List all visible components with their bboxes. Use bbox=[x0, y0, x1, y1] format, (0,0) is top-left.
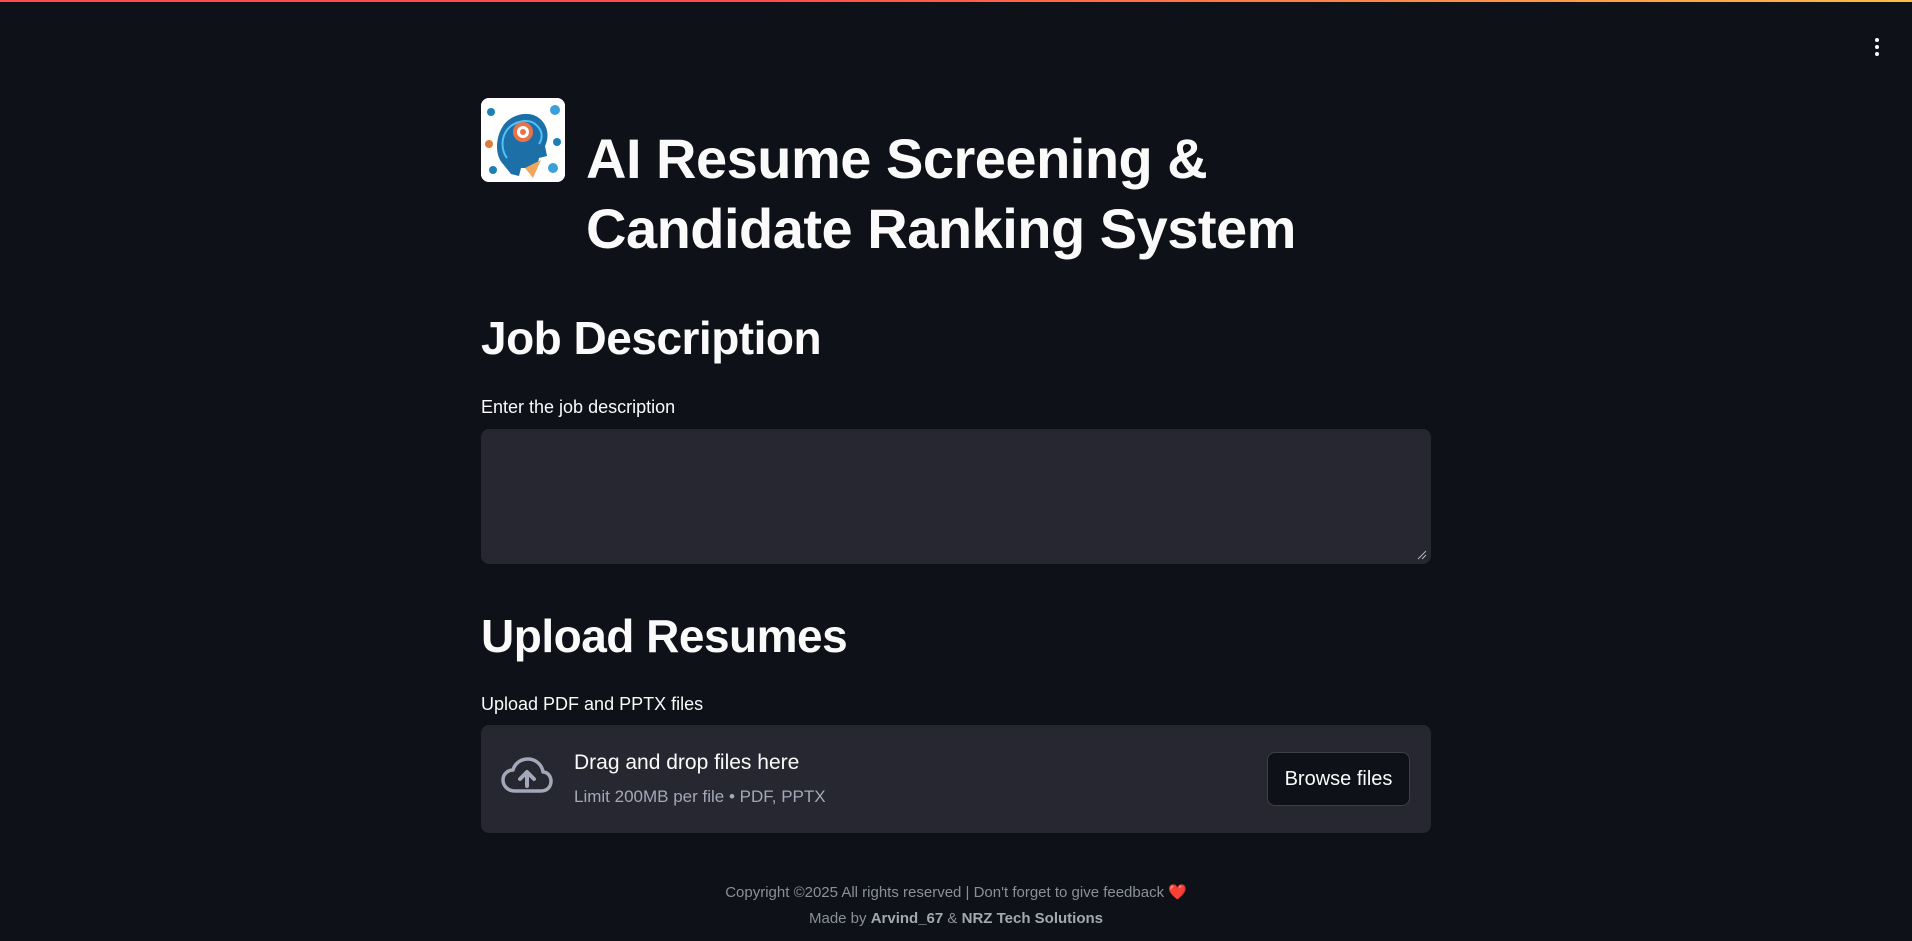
top-decoration-stripe bbox=[0, 0, 1912, 2]
dropzone-title: Drag and drop files here bbox=[574, 751, 800, 774]
footer-company: NRZ Tech Solutions bbox=[961, 910, 1103, 927]
file-dropzone[interactable]: Drag and drop files here Limit 200MB per… bbox=[481, 725, 1431, 833]
upload-files-label: Upload PDF and PPTX files bbox=[481, 694, 704, 714]
upload-resumes-heading: Upload Resumes bbox=[481, 610, 848, 662]
heart-icon: ❤️ bbox=[1168, 884, 1187, 901]
job-description-textarea[interactable] bbox=[481, 429, 1431, 564]
job-description-heading: Job Description bbox=[481, 312, 822, 364]
cloud-upload-icon bbox=[501, 757, 553, 793]
footer-copyright: Copyright ©2025 All rights reserved | Do… bbox=[725, 884, 1165, 901]
kebab-menu-icon bbox=[1875, 38, 1879, 56]
footer: Copyright ©2025 All rights reserved | Do… bbox=[0, 880, 1912, 932]
footer-copyright-line: Copyright ©2025 All rights reserved | Do… bbox=[0, 880, 1912, 906]
browse-files-button[interactable]: Browse files bbox=[1267, 752, 1410, 806]
resize-grip-icon[interactable] bbox=[1417, 550, 1427, 560]
footer-ampersand: & bbox=[947, 910, 958, 927]
page-title: AI Resume Screening & Candidate Ranking S… bbox=[586, 124, 1346, 264]
footer-author: Arvind_67 bbox=[870, 910, 944, 927]
page-title-line1: AI Resume Screening & bbox=[586, 127, 1208, 190]
page-title-line2: Candidate Ranking System bbox=[586, 197, 1296, 260]
main-menu-button[interactable] bbox=[1864, 34, 1890, 60]
job-description-label: Enter the job description bbox=[481, 397, 676, 417]
dropzone-limit-text: Limit 200MB per file • PDF, PPTX bbox=[574, 787, 826, 806]
brain-head-icon bbox=[481, 98, 565, 182]
footer-credits-line: Made by Arvind_67 & NRZ Tech Solutions bbox=[0, 906, 1912, 932]
footer-made-by: Made by bbox=[808, 910, 867, 927]
title-row: AI Resume Screening & Candidate Ranking S… bbox=[481, 98, 1346, 264]
